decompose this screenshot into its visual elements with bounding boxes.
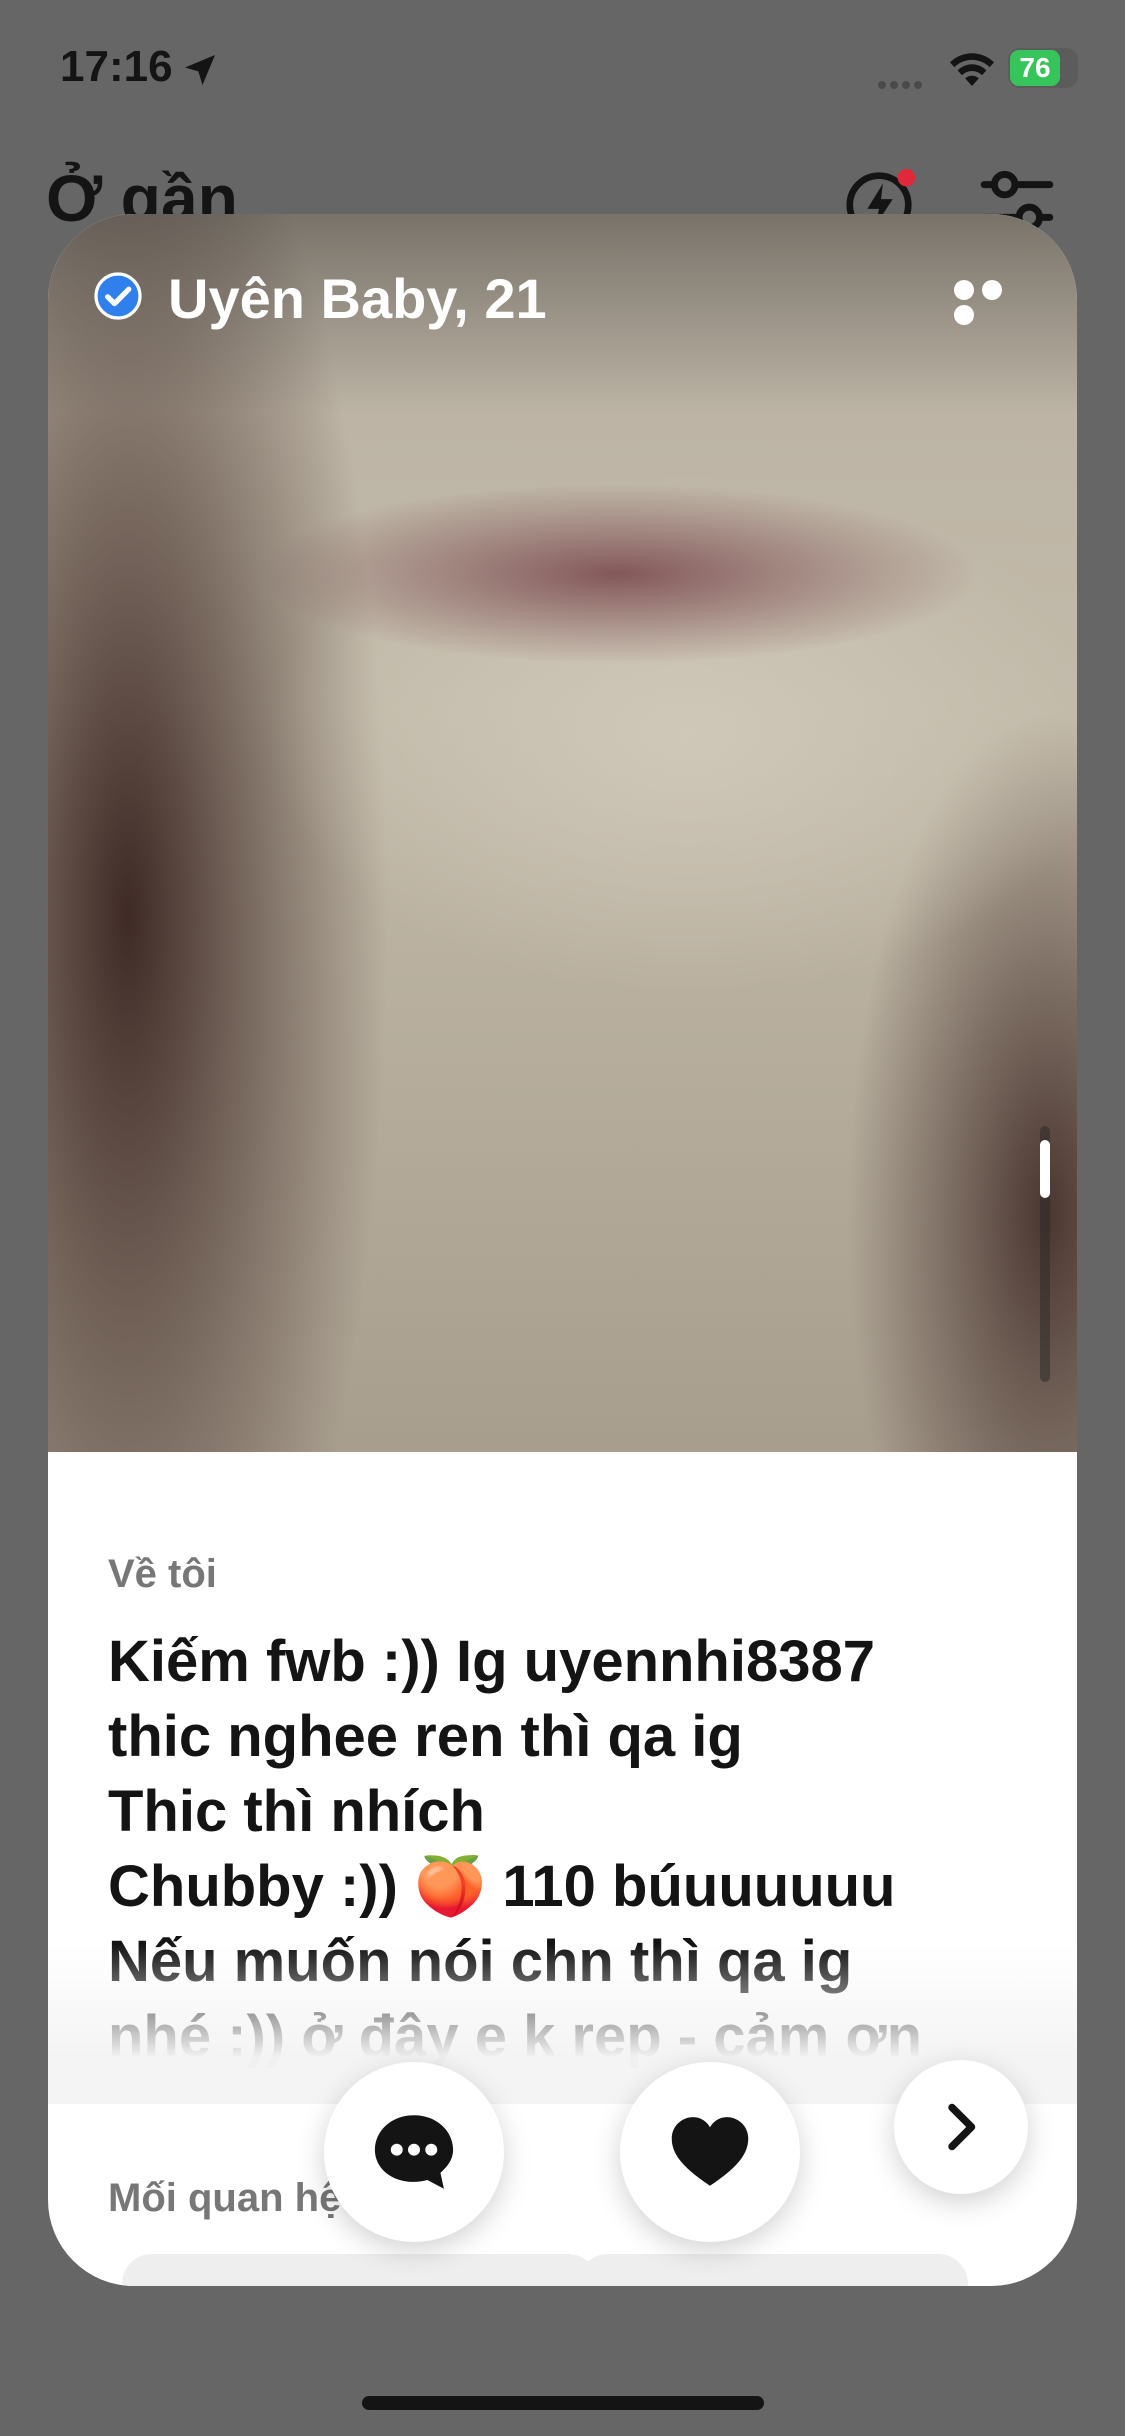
chevron-right-icon <box>948 2103 976 2151</box>
relationship-chip <box>578 2254 968 2286</box>
wifi-icon <box>950 53 994 86</box>
photo-scroll-thumb[interactable] <box>1040 1140 1050 1198</box>
profile-name-age: Uyên Baby, 21 <box>168 267 547 330</box>
about-label: Về tôi <box>108 1552 217 1596</box>
cellular-signal-icon <box>878 76 926 94</box>
next-profile-button[interactable] <box>894 2060 1028 2194</box>
message-button[interactable] <box>324 2062 504 2242</box>
heart-icon <box>671 2117 749 2186</box>
location-arrow-icon <box>185 55 215 85</box>
battery-level: 76 <box>1010 50 1060 86</box>
profile-card[interactable]: Uyên Baby, 21 Về tôi Kiếm fwb :)) Ig uye… <box>48 214 1077 2286</box>
home-indicator[interactable] <box>362 2396 764 2410</box>
like-button[interactable] <box>620 2062 800 2242</box>
chat-icon <box>374 2115 454 2189</box>
verified-icon <box>94 272 142 320</box>
relationship-chip <box>122 2254 598 2286</box>
more-icon[interactable] <box>954 280 1036 325</box>
status-time: 17:16 <box>60 42 173 91</box>
